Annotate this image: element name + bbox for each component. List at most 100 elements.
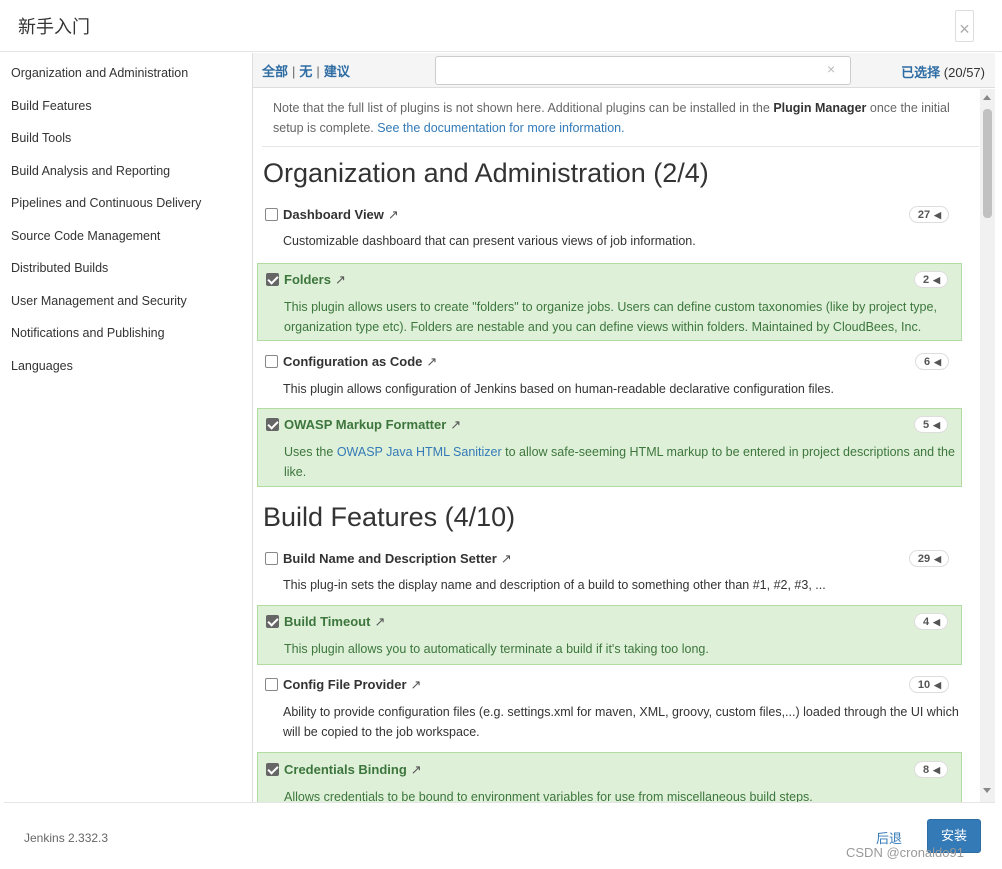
plugin-description: This plugin allows users to create "fold… — [284, 300, 937, 334]
dependency-badge[interactable]: 6 ◀ — [914, 353, 949, 370]
external-link-icon[interactable]: ↗ — [335, 272, 346, 287]
plugin-name: Build Name and Description Setter ↗ — [283, 551, 512, 567]
plugin-name: Credentials Binding ↗ — [284, 762, 422, 778]
sidebar-item-build-analysis[interactable]: Build Analysis and Reporting — [4, 151, 252, 184]
plugin-description: Customizable dashboard that can present … — [283, 234, 696, 248]
documentation-link[interactable]: See the documentation for more informati… — [377, 121, 624, 135]
external-link-icon[interactable]: ↗ — [411, 762, 422, 777]
selected-counter[interactable]: 已选择 (20/57) — [901, 62, 985, 81]
dependency-badge[interactable]: 2 ◀ — [913, 271, 948, 288]
plugin-list[interactable]: Note that the full list of plugins is no… — [253, 89, 980, 802]
external-link-icon[interactable]: ↗ — [450, 417, 461, 432]
sidebar-item-pipelines[interactable]: Pipelines and Continuous Delivery — [4, 183, 252, 216]
caret-left-icon: ◀ — [934, 357, 941, 367]
close-button[interactable]: × — [955, 10, 974, 42]
external-link-icon[interactable]: ↗ — [501, 551, 512, 566]
dependency-badge[interactable]: 8 ◀ — [913, 761, 948, 778]
scrollbar-thumb[interactable] — [983, 109, 992, 218]
sidebar-item-build-tools[interactable]: Build Tools — [4, 118, 252, 151]
setup-wizard-dialog: 新手入门 × Organization and Administration B… — [0, 0, 1002, 869]
plugin-toolbar: 全部 | 无 | 建议 × 已选择 (20/57) — [253, 53, 995, 88]
dependency-count: 2 — [922, 274, 930, 286]
plugin-row-folders: Folders ↗ 2 ◀ This plugin allows users to … — [257, 263, 962, 341]
dependency-badge[interactable]: 4 ◀ — [913, 613, 948, 630]
dependency-badge[interactable]: 29 ◀ — [908, 550, 949, 567]
dependency-count: 4 — [922, 616, 930, 628]
plugin-name-text[interactable]: Credentials Binding — [284, 762, 407, 777]
plugin-name-text[interactable]: Folders — [284, 272, 331, 287]
clear-search-icon[interactable]: × — [827, 61, 835, 77]
dependency-count: 5 — [922, 419, 930, 431]
plugin-description: This plugin allows configuration of Jenk… — [283, 382, 835, 396]
plugin-row-owasp-markup-formatter: OWASP Markup Formatter ↗ 5 ◀ Uses the OWAS… — [257, 408, 962, 487]
plugin-manager-text: Plugin Manager — [773, 101, 867, 115]
plugin-name-text[interactable]: Build Name and Description Setter — [283, 551, 497, 566]
separator: | — [316, 64, 320, 79]
sidebar-item-distributed-builds[interactable]: Distributed Builds — [4, 248, 252, 281]
plugin-description: This plug-in sets the display name and d… — [283, 578, 826, 592]
scroll-up-arrow-icon[interactable] — [983, 95, 991, 100]
watermark: CSDN @cronaldo91 — [846, 845, 964, 860]
dependency-badge[interactable]: 5 ◀ — [913, 416, 948, 433]
plugin-name-text[interactable]: OWASP Markup Formatter — [284, 417, 446, 432]
checkbox-checked[interactable] — [266, 418, 279, 431]
external-link-icon[interactable]: ↗ — [426, 354, 437, 369]
sidebar-item-scm[interactable]: Source Code Management — [4, 216, 252, 249]
plugin-name-text[interactable]: Config File Provider — [283, 677, 407, 692]
plugin-row-configuration-as-code: Configuration as Code ↗ 6 ◀ This plugin al… — [257, 349, 962, 399]
checkbox[interactable] — [265, 552, 278, 565]
dialog-title: 新手入门 — [18, 17, 90, 37]
scroll-down-arrow-icon[interactable] — [983, 788, 991, 793]
owasp-sanitizer-link[interactable]: OWASP Java HTML Sanitizer — [337, 445, 502, 459]
external-link-icon[interactable]: ↗ — [411, 677, 422, 692]
sidebar-item-notifications[interactable]: Notifications and Publishing — [4, 313, 252, 346]
plugin-name: Build Timeout ↗ — [284, 614, 385, 630]
external-link-icon[interactable]: ↗ — [388, 207, 399, 222]
group-title: Build Features (4/10) — [263, 502, 516, 532]
plugin-search-input[interactable] — [435, 56, 851, 85]
plugin-name: Configuration as Code ↗ — [283, 354, 437, 370]
selected-label: 已选择 — [901, 65, 941, 80]
checkbox-checked[interactable] — [266, 615, 279, 628]
plugin-name: Folders ↗ — [284, 272, 346, 288]
plugin-name: Config File Provider ↗ — [283, 677, 421, 693]
select-none-link[interactable]: 无 — [299, 64, 312, 79]
plugin-name-text[interactable]: Configuration as Code — [283, 354, 422, 369]
group-title: Organization and Administration (2/4) — [263, 158, 709, 188]
checkbox-checked[interactable] — [266, 763, 279, 776]
sidebar-item-user-management[interactable]: User Management and Security — [4, 281, 252, 314]
plugin-row-build-timeout: Build Timeout ↗ 4 ◀ This plugin allows you… — [257, 605, 962, 665]
plugin-name-text[interactable]: Dashboard View — [283, 207, 384, 222]
plugin-row-dashboard-view: Dashboard View ↗ 27 ◀ Customizable dashboa… — [257, 203, 962, 253]
plugin-row-config-file-provider: Config File Provider ↗ 10 ◀ Ability to pro… — [257, 672, 962, 742]
plugin-name: OWASP Markup Formatter ↗ — [284, 417, 461, 433]
plugin-description: Ability to provide configuration files (… — [283, 705, 959, 739]
plugin-row-build-name-setter: Build Name and Description Setter ↗ 29 ◀ T… — [257, 547, 962, 597]
caret-left-icon: ◀ — [934, 210, 941, 220]
checkbox-checked[interactable] — [266, 273, 279, 286]
category-sidebar: Organization and Administration Build Fe… — [4, 53, 253, 802]
external-link-icon[interactable]: ↗ — [374, 614, 385, 629]
plugin-description: Allows credentials to be bound to enviro… — [284, 790, 813, 802]
vertical-scrollbar[interactable] — [980, 89, 995, 802]
plugin-name-text[interactable]: Build Timeout — [284, 614, 370, 629]
caret-left-icon: ◀ — [934, 554, 941, 564]
dependency-badge[interactable]: 10 ◀ — [908, 676, 949, 693]
select-all-link[interactable]: 全部 — [262, 64, 288, 79]
caret-left-icon: ◀ — [933, 275, 940, 285]
sidebar-item-organization-administration[interactable]: Organization and Administration — [4, 53, 252, 86]
checkbox[interactable] — [265, 678, 278, 691]
sidebar-item-languages[interactable]: Languages — [4, 346, 252, 379]
selection-links: 全部 | 无 | 建议 — [262, 61, 350, 80]
caret-left-icon: ◀ — [933, 617, 940, 627]
dependency-badge[interactable]: 27 ◀ — [908, 206, 949, 223]
checkbox[interactable] — [265, 355, 278, 368]
caret-left-icon: ◀ — [933, 420, 940, 430]
plugin-name: Dashboard View ↗ — [283, 207, 399, 223]
sidebar-item-build-features[interactable]: Build Features — [4, 86, 252, 119]
checkbox[interactable] — [265, 208, 278, 221]
dependency-count: 6 — [923, 356, 931, 368]
select-suggested-link[interactable]: 建议 — [324, 64, 350, 79]
caret-left-icon: ◀ — [934, 680, 941, 690]
separator: | — [292, 64, 296, 79]
